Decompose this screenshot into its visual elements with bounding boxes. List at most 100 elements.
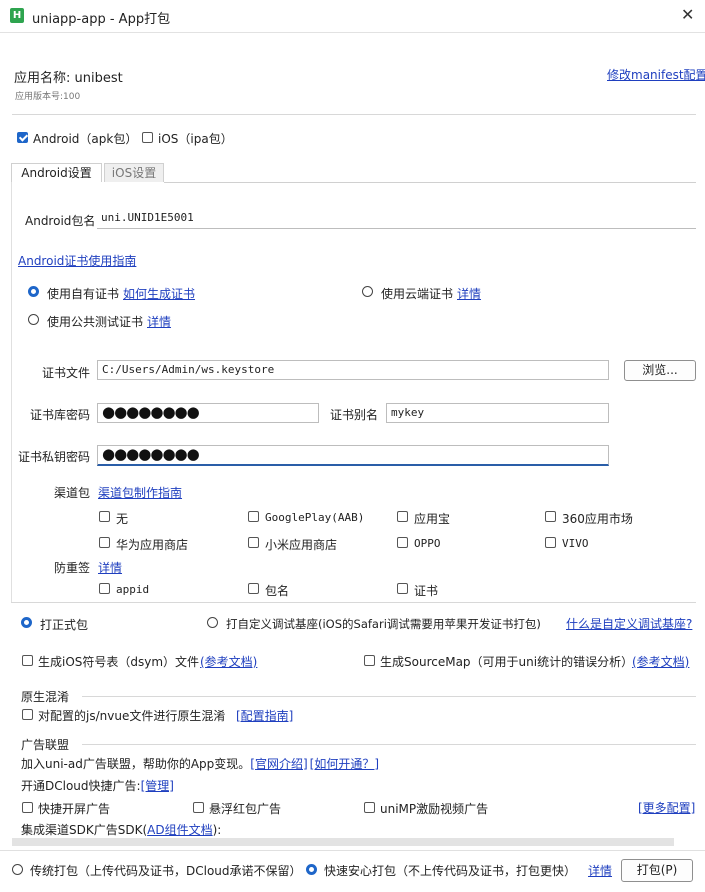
android-label: Android（apk包）	[33, 132, 138, 146]
browse-button[interactable]: 浏览...	[624, 360, 696, 381]
channel-label-vivo: VIVO	[562, 537, 589, 550]
fast-pack-radio[interactable]	[306, 864, 317, 875]
cert-public-radio[interactable]	[28, 314, 39, 325]
cert-own-label: 使用自有证书	[47, 287, 120, 301]
anti-resign-detail-link[interactable]: 详情	[98, 559, 122, 576]
anti-package-checkbox[interactable]	[248, 583, 259, 594]
fast-pack-label: 快速安心打包（不上传代码及证书，打包更快）	[324, 864, 577, 878]
cert-file-input[interactable]: C:/Users/Admin/ws.keystore	[97, 360, 609, 380]
float-ad-label: 悬浮红包广告	[209, 802, 282, 816]
dsym-doc-link[interactable]: (参考文档)	[200, 653, 257, 670]
divider	[12, 114, 696, 115]
ios-checkbox[interactable]	[142, 132, 153, 143]
channel-checkbox[interactable]	[248, 537, 259, 548]
channel-checkbox[interactable]	[248, 511, 259, 522]
obfuscation-guide-link[interactable]: [配置指南]	[236, 707, 293, 724]
pack-button[interactable]: 打包(P)	[621, 859, 693, 882]
formal-build-radio[interactable]	[21, 617, 32, 628]
channel-checkbox[interactable]	[99, 537, 110, 548]
app-version: 应用版本号:100	[15, 89, 80, 102]
ios-label: iOS（ipa包）	[158, 132, 233, 146]
cert-public-detail-link[interactable]: 详情	[147, 313, 171, 330]
traditional-pack-label: 传统打包（上传代码及证书，DCloud承诺不保留）	[30, 864, 302, 878]
horizontal-scrollbar[interactable]	[12, 838, 674, 846]
app-name-value: unibest	[74, 71, 123, 86]
channel-checkbox[interactable]	[397, 511, 408, 522]
package-label: Android包名	[25, 214, 96, 228]
cert-file-label: 证书文件	[42, 366, 91, 380]
keystore-pwd-input[interactable]: ●●●●●●●●	[97, 403, 319, 423]
hbuilder-logo-icon: H	[10, 8, 24, 23]
key-pwd-label: 证书私钥密码	[18, 450, 91, 464]
obfuscation-checkbox[interactable]	[22, 709, 33, 720]
divider	[11, 602, 696, 603]
anti-package-label: 包名	[265, 584, 290, 598]
title-bar: H uniapp-app - App打包 ✕	[0, 0, 705, 33]
key-pwd-input[interactable]: ●●●●●●●●	[97, 445, 609, 466]
obfuscation-label: 对配置的js/nvue文件进行原生混淆	[38, 709, 226, 723]
alias-input[interactable]: mykey	[386, 403, 609, 423]
channel-guide-link[interactable]: 渠道包制作指南	[98, 484, 182, 501]
channel-checkbox[interactable]	[397, 537, 408, 548]
package-input[interactable]: uni.UNID1E5001	[97, 209, 696, 229]
ads-intro-text: 加入uni-ad广告联盟，帮助你的App变现。	[21, 757, 251, 771]
custom-base-what-link[interactable]: 什么是自定义调试基座?	[566, 615, 692, 632]
splash-ad-checkbox[interactable]	[22, 802, 33, 813]
channel-checkbox[interactable]	[545, 511, 556, 522]
modify-manifest-link[interactable]: 修改manifest配置	[607, 66, 705, 83]
channel-label-huawei: 华为应用商店	[116, 538, 189, 552]
video-ad-label: uniMP激励视频广告	[380, 802, 489, 816]
cert-public-label: 使用公共测试证书	[47, 315, 144, 329]
splash-ad-label: 快捷开屏广告	[38, 802, 111, 816]
channel-checkbox[interactable]	[99, 511, 110, 522]
cert-cloud-radio[interactable]	[362, 286, 373, 297]
sdk-ads-suffix: ):	[212, 823, 222, 837]
ad-component-doc-link[interactable]: AD组件文档	[147, 823, 212, 837]
anti-appid-checkbox[interactable]	[99, 583, 110, 594]
anti-resign-label: 防重签	[54, 561, 91, 575]
traditional-pack-radio[interactable]	[12, 864, 23, 875]
tab-android-settings[interactable]: Android设置	[11, 163, 102, 182]
float-ad-checkbox[interactable]	[193, 802, 204, 813]
keystore-pwd-label: 证书库密码	[30, 408, 91, 422]
tab-ios-settings[interactable]: iOS设置	[104, 163, 164, 182]
ads-how-open-link[interactable]: [如何开通？]	[310, 757, 379, 771]
sdk-ads: 集成渠道SDK广告SDK(AD组件文档):	[21, 821, 221, 838]
dcloud-ads: 开通DCloud快捷广告:[管理]	[21, 777, 174, 794]
divider	[82, 744, 696, 745]
custom-base-radio[interactable]	[207, 617, 218, 628]
tab-underline	[164, 182, 696, 183]
sourcemap-label: 生成SourceMap（可用于uni统计的错误分析）	[380, 655, 634, 669]
close-icon[interactable]: ✕	[681, 5, 694, 24]
android-checkbox[interactable]	[17, 132, 28, 143]
footer-divider	[0, 850, 705, 851]
cert-cloud-detail-link[interactable]: 详情	[457, 285, 481, 302]
cert-guide-link[interactable]: Android证书使用指南	[18, 252, 136, 269]
sdk-ads-prefix: 集成渠道SDK广告SDK(	[21, 823, 148, 837]
alias-label: 证书别名	[330, 408, 379, 422]
channel-label-googleplay: GooglePlay(AAB)	[265, 511, 365, 524]
channel-label-xiaomi: 小米应用商店	[265, 538, 338, 552]
dsym-checkbox[interactable]	[22, 655, 33, 666]
sourcemap-doc-link[interactable]: (参考文档)	[632, 653, 689, 670]
cert-own-radio[interactable]	[28, 286, 39, 297]
anti-cert-label: 证书	[414, 584, 439, 598]
ads-official-link[interactable]: [官网介绍]	[250, 757, 307, 771]
anti-appid-label: appid	[116, 583, 150, 596]
ads-intro: 加入uni-ad广告联盟，帮助你的App变现。[官网介绍] [如何开通？]	[21, 755, 379, 772]
fast-pack-detail-link[interactable]: 详情	[588, 862, 612, 879]
formal-build-label: 打正式包	[40, 618, 89, 632]
dcloud-ads-label: 开通DCloud快捷广告:	[21, 779, 141, 793]
anti-cert-checkbox[interactable]	[397, 583, 408, 594]
channel-checkbox[interactable]	[545, 537, 556, 548]
video-ad-checkbox[interactable]	[364, 802, 375, 813]
tab-panel-border	[11, 182, 12, 602]
custom-base-label: 打自定义调试基座(iOS的Safari调试需要用苹果开发证书打包)	[226, 617, 541, 631]
app-name-label: 应用名称:	[14, 71, 71, 86]
window-title: uniapp-app - App打包	[32, 12, 171, 27]
how-generate-cert-link[interactable]: 如何生成证书	[123, 285, 195, 302]
sourcemap-checkbox[interactable]	[364, 655, 375, 666]
ads-manage-link[interactable]: [管理]	[141, 779, 174, 793]
app-version-label: 应用版本号:	[15, 92, 64, 102]
more-config-link[interactable]: [更多配置]	[638, 799, 695, 816]
